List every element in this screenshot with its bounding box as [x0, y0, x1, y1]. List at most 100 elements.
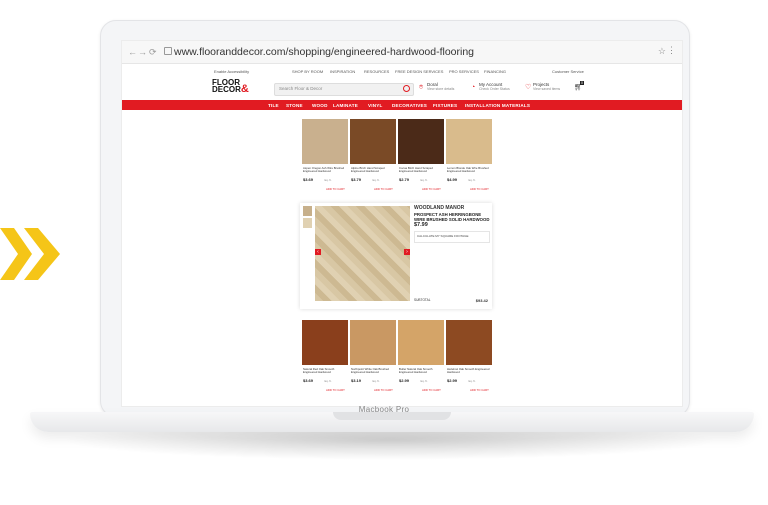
product-name[interactable]: Butler Natural Oak Smooth Engineered Har… — [399, 367, 443, 375]
location-pin-icon: ⌾ — [419, 84, 424, 91]
nav-pro-services[interactable]: PRO SERVICES — [449, 69, 479, 74]
product-name[interactable]: Northpoint White Oak Brushed Engineered … — [351, 367, 395, 375]
thumbnail[interactable] — [303, 206, 312, 216]
address-bar[interactable]: www.flooranddecor.com/shopping/engineere… — [174, 46, 474, 58]
product-card[interactable]: Hazelnut Oak Smooth Engineered Hardwood … — [446, 320, 492, 395]
prev-image-button[interactable]: ‹ — [315, 249, 321, 255]
cat-decoratives[interactable]: DECORATIVES — [392, 103, 427, 108]
reload-icon[interactable]: ⟳ — [149, 47, 157, 57]
heart-icon: ♡ — [525, 84, 532, 91]
product-name[interactable]: Hazelnut Oak Smooth Engineered Hardwood — [447, 367, 491, 375]
cart-count: 0 — [580, 81, 584, 85]
product-price: $3.69 — [303, 177, 314, 182]
projects-link[interactable]: Projects View saved items — [533, 82, 560, 92]
cat-installation-materials[interactable]: INSTALLATION MATERIALS — [465, 103, 530, 108]
chevron-right-icon — [0, 228, 60, 280]
customer-service-link[interactable]: Customer Service — [552, 69, 584, 74]
site-logo[interactable]: FLOOR DECOR& — [212, 79, 258, 99]
add-to-cart-button[interactable]: ADD TO CART — [326, 187, 345, 191]
price-unit: /sq. ft. — [372, 379, 380, 383]
store-selector[interactable]: Doral View store details — [427, 82, 454, 92]
price-unit: /sq. ft. — [324, 178, 332, 182]
cat-wood[interactable]: WOOD — [312, 103, 328, 108]
product-price: $7.99 — [414, 222, 428, 228]
add-to-cart-button[interactable]: ADD TO CART — [470, 388, 489, 392]
star-icon[interactable]: ☆ — [658, 46, 666, 57]
price-unit: /sq. ft. — [468, 178, 476, 182]
browser-toolbar: ← → ⟳ www.flooranddecor.com/shopping/eng… — [122, 41, 682, 64]
back-icon[interactable]: ← — [128, 47, 137, 57]
product-price: $2.99 — [447, 378, 458, 383]
cat-fixtures[interactable]: FIXTURES — [433, 103, 457, 108]
product-card[interactable]: Natural Red Oak Smooth Engineered Hardwo… — [302, 320, 348, 395]
projects-sub: View saved items — [533, 87, 561, 91]
search-input[interactable]: Search Floor & Decor — [274, 83, 414, 96]
product-image[interactable] — [302, 320, 348, 365]
product-image[interactable] — [398, 119, 444, 164]
price-unit: /sq. ft. — [324, 379, 332, 383]
menu-icon[interactable]: ⋮ — [667, 45, 676, 56]
category-nav: TILE STONE WOOD LAMINATE VINYL DECORATIV… — [122, 100, 682, 110]
nav-financing[interactable]: FINANCING — [484, 69, 506, 74]
utility-bar: Enable Accessibility SHOP BY ROOM INSPIR… — [122, 67, 682, 77]
product-card[interactable]: Aspen Oregon Ash Wire Brushed Engineered… — [302, 119, 348, 194]
nav-shop-by-room[interactable]: SHOP BY ROOM — [292, 69, 323, 74]
thumbnail-strip — [303, 206, 312, 230]
product-card[interactable]: Butler Natural Oak Smooth Engineered Har… — [398, 320, 444, 395]
account-icon: ◔ — [471, 84, 476, 91]
subtotal-label: SUBTOTAL — [414, 298, 431, 302]
thumbnail[interactable] — [303, 218, 312, 228]
cat-tile[interactable]: TILE — [268, 103, 279, 108]
product-image[interactable] — [350, 320, 396, 365]
next-image-button[interactable]: › — [404, 249, 410, 255]
subtotal-row: SUBTOTAL $93.42 — [414, 298, 490, 303]
cat-laminate[interactable]: LAMINATE — [333, 103, 358, 108]
product-name[interactable]: Cocoa Birch Hand Scraped Engineered Hard… — [399, 166, 443, 174]
nav-inspiration[interactable]: INSPIRATION — [330, 69, 355, 74]
product-name[interactable]: Aspen Oregon Ash Wire Brushed Engineered… — [303, 166, 347, 174]
product-image[interactable] — [302, 119, 348, 164]
nav-free-design-services[interactable]: FREE DESIGN SERVICES — [395, 69, 443, 74]
account-sub: Check Order Status — [479, 87, 510, 91]
product-name[interactable]: Natural Red Oak Smooth Engineered Hardwo… — [303, 367, 347, 375]
price-unit: /sq. ft. — [420, 379, 428, 383]
product-card[interactable]: Lemon Blonde Oak Wire Brushed Engineered… — [446, 119, 492, 194]
product-price: $2.99 — [399, 378, 410, 383]
price-unit: /sq. ft. — [468, 379, 476, 383]
logo-bottom: DECOR — [212, 85, 241, 94]
product-name[interactable]: Lemon Blonde Oak Wire Brushed Engineered… — [447, 166, 491, 174]
product-image[interactable] — [446, 119, 492, 164]
featured-product-image[interactable] — [315, 206, 410, 301]
account-menu[interactable]: My Account Check Order Status — [479, 82, 510, 92]
product-image[interactable] — [398, 320, 444, 365]
add-to-cart-button[interactable]: ADD TO CART — [470, 187, 489, 191]
subtotal-value: $93.42 — [475, 298, 488, 303]
featured-product-panel: ‹ › WOODLAND MANOR PROSPECT ASH HERRINGB… — [300, 203, 492, 309]
add-to-cart-button[interactable]: ADD TO CART — [374, 187, 393, 191]
product-image[interactable] — [350, 119, 396, 164]
product-card[interactable]: Northpoint White Oak Brushed Engineered … — [350, 320, 396, 395]
calculate-sqft-button[interactable]: CALCULATE MY SQUARE FOOTAGE — [414, 231, 490, 243]
nav-resources[interactable]: RESOURCES — [364, 69, 389, 74]
add-to-cart-button[interactable]: ADD TO CART — [422, 187, 441, 191]
product-name[interactable]: Alpine Birch Hand Scraped Engineered Har… — [351, 166, 395, 174]
product-card[interactable]: Alpine Birch Hand Scraped Engineered Har… — [350, 119, 396, 194]
product-price: $3.79 — [351, 177, 362, 182]
search-icon[interactable] — [403, 85, 410, 92]
browser-window: ← → ⟳ www.flooranddecor.com/shopping/eng… — [121, 40, 683, 407]
logo-amp: & — [240, 83, 249, 95]
add-to-cart-button[interactable]: ADD TO CART — [422, 388, 441, 392]
add-to-cart-button[interactable]: ADD TO CART — [374, 388, 393, 392]
cart-icon[interactable]: 🛒︎ — [574, 84, 583, 91]
lock-icon — [164, 47, 172, 55]
product-brand: WOODLAND MANOR — [414, 205, 465, 211]
product-card[interactable]: Cocoa Birch Hand Scraped Engineered Hard… — [398, 119, 444, 194]
forward-icon[interactable]: → — [138, 47, 147, 57]
cat-vinyl[interactable]: VINYL — [368, 103, 383, 108]
add-to-cart-button[interactable]: ADD TO CART — [326, 388, 345, 392]
product-image[interactable] — [446, 320, 492, 365]
accessibility-link[interactable]: Enable Accessibility — [214, 69, 249, 74]
price-unit: /sq. ft. — [420, 178, 428, 182]
cat-stone[interactable]: STONE — [286, 103, 303, 108]
product-details: WOODLAND MANOR PROSPECT ASH HERRINGBONE … — [414, 206, 490, 306]
